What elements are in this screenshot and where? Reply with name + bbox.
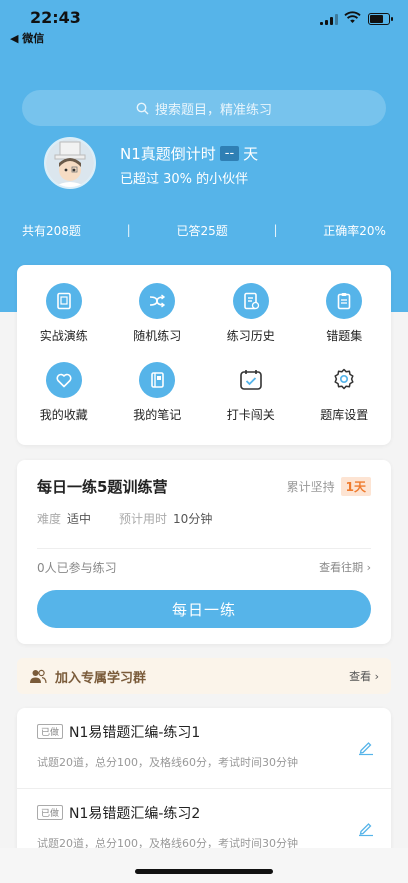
time-label: 预计用时 (119, 512, 168, 526)
joined-count: 0人已参与练习 (37, 561, 117, 575)
feature-label: 打卡闯关 (226, 408, 275, 422)
battery-icon (368, 13, 393, 25)
feature-settings[interactable]: 题库设置 (298, 362, 392, 423)
feature-favorites[interactable]: 我的收藏 (17, 362, 111, 423)
status-bar: 22:43 ◀ 微信 (0, 0, 408, 48)
stat-accuracy: 正确率20% (323, 223, 386, 238)
search-input[interactable]: 搜索题目，精准练习 (22, 90, 386, 126)
feature-label: 我的笔记 (133, 408, 182, 422)
feature-label: 错题集 (326, 329, 363, 343)
feature-label: 我的收藏 (39, 408, 88, 422)
clipboard-icon (326, 283, 363, 319)
difficulty-value: 适中 (67, 512, 92, 526)
feature-label: 随机练习 (133, 329, 182, 343)
difficulty-label: 难度 (37, 512, 62, 526)
feature-grid: 实战演练 随机练习 练习历史 错题集 我的收藏 我的笔记 打卡闯关 题库设置 (17, 283, 391, 423)
study-group-view-link[interactable]: 查看 › (349, 668, 379, 684)
list-item[interactable]: 已做 N1易错题汇编-练习1 试题20道，总分100，及格线60分，考试时间30… (17, 708, 391, 788)
feature-practice[interactable]: 实战演练 (17, 283, 111, 344)
stat-total: 共有208题 (22, 223, 81, 238)
back-to-wechat-link[interactable]: ◀ 微信 (10, 30, 44, 46)
exercise-desc: 试题20道，总分100，及格线60分，考试时间30分钟 (37, 756, 298, 769)
stats-row: 共有208题 | 已答25题 | 正确率20% (22, 220, 386, 240)
exercise-title: N1易错题汇编-练习2 (69, 806, 201, 822)
users-icon (30, 669, 47, 684)
calendar-check-icon (233, 362, 269, 398)
shuffle-icon (139, 283, 176, 319)
feature-history[interactable]: 练习历史 (204, 283, 298, 344)
daily-title: 每日一练5题训练营 (37, 478, 168, 496)
exercise-title: N1易错题汇编-练习1 (69, 725, 201, 741)
history-icon (232, 283, 269, 319)
bottom-safe-area (0, 848, 408, 883)
edit-icon[interactable] (357, 819, 375, 837)
feature-checkin[interactable]: 打卡闯关 (204, 362, 298, 423)
avatar[interactable] (44, 137, 96, 189)
exam-countdown: N1真题倒计时 -- 天 (120, 143, 258, 164)
streak: 累计坚持 1天 (287, 477, 371, 496)
edit-icon[interactable] (357, 738, 375, 756)
search-icon (136, 102, 149, 114)
feature-label: 实战演练 (39, 329, 88, 343)
gear-icon (326, 362, 362, 398)
feature-label: 题库设置 (320, 408, 369, 422)
view-history-link[interactable]: 查看往期 › (319, 559, 371, 575)
done-badge: 已做 (37, 805, 64, 820)
time-value: 10分钟 (173, 512, 213, 526)
countdown-label: N1真题倒计时 (120, 145, 216, 163)
daily-meta: 难度 适中 预计用时 10分钟 (37, 510, 212, 527)
stat-answered: 已答25题 (176, 223, 228, 238)
feature-random[interactable]: 随机练习 (111, 283, 205, 344)
notebook-icon (139, 362, 176, 398)
search-placeholder: 搜索题目，精准练习 (154, 102, 272, 118)
book-icon (45, 283, 82, 319)
wifi-icon (344, 11, 361, 23)
daily-practice-card: 每日一练5题训练营 累计坚持 1天 难度 适中 预计用时 10分钟 0人已参与练… (17, 460, 391, 644)
divider (37, 548, 371, 549)
stat-separator: | (126, 223, 131, 237)
home-indicator[interactable] (135, 869, 273, 874)
study-group-label: 加入专属学习群 (55, 670, 147, 686)
streak-label: 累计坚持 (286, 480, 335, 494)
daily-practice-button[interactable]: 每日一练 (37, 590, 371, 628)
exercise-list: 已做 N1易错题汇编-练习1 试题20道，总分100，及格线60分，考试时间30… (17, 708, 391, 868)
feature-label: 练习历史 (226, 329, 275, 343)
countdown-value: -- (219, 146, 240, 161)
signal-icon (320, 14, 338, 25)
status-time: 22:43 (30, 8, 81, 27)
feature-grid-card: 实战演练 随机练习 练习历史 错题集 我的收藏 我的笔记 打卡闯关 题库设置 (17, 265, 391, 445)
heart-icon (45, 362, 82, 398)
feature-mistakes[interactable]: 错题集 (298, 283, 392, 344)
countdown-unit: 天 (243, 145, 259, 163)
done-badge: 已做 (37, 724, 64, 739)
stat-separator: | (273, 223, 278, 237)
streak-badge: 1天 (340, 477, 371, 496)
exceed-text: 已超过 30% 的小伙伴 (120, 172, 249, 187)
feature-notes[interactable]: 我的笔记 (111, 362, 205, 423)
study-group-banner[interactable]: 加入专属学习群 查看 › (17, 658, 391, 694)
